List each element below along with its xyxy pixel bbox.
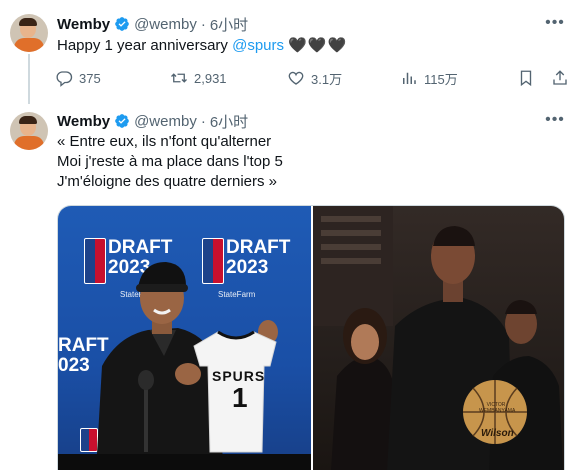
- views-count: 115万: [424, 71, 458, 87]
- media-grid: DRAFT 2023 StateFarm DRAFT 2023 StateFar…: [57, 205, 565, 470]
- views-button[interactable]: 115万: [400, 68, 458, 88]
- author-handle[interactable]: @wemby: [134, 113, 197, 130]
- more-icon[interactable]: •••: [544, 112, 566, 133]
- podium-edge: [58, 454, 311, 470]
- reply-button[interactable]: 375: [55, 68, 101, 88]
- tweet-text: « Entre eux, ils n'font qu'alterner Moi …: [57, 132, 283, 192]
- more-icon[interactable]: •••: [544, 15, 566, 36]
- ball-text: VICTOR WEMBANYAMA: [479, 402, 516, 414]
- group-figure: [313, 206, 563, 470]
- tweet-text-line-2: Moi j'reste à ma place dans l'top 5: [57, 153, 283, 170]
- author-handle[interactable]: @wemby: [134, 16, 197, 33]
- tweet-text: Happy 1 year anniversary @spurs 🖤🖤🖤: [57, 36, 347, 56]
- separator: ·: [200, 112, 206, 130]
- avatar[interactable]: [10, 112, 48, 150]
- like-button[interactable]: 3.1万: [287, 68, 342, 88]
- separator: ·: [200, 15, 206, 33]
- tweet-text-line-1: « Entre eux, ils n'font qu'alterner: [57, 133, 272, 150]
- timestamp[interactable]: 6小时: [210, 14, 248, 35]
- reply-icon: [56, 71, 73, 87]
- action-bar: 375 2,931 3.1万 115万: [55, 68, 567, 88]
- tweet-text-line-3: J'm'éloigne des quatre derniers »: [57, 173, 278, 190]
- photo-draft-jersey[interactable]: DRAFT 2023 StateFarm DRAFT 2023 StateFar…: [58, 206, 311, 470]
- like-count: 3.1万: [311, 71, 343, 87]
- jersey-number: 1: [232, 382, 248, 413]
- retweet-count: 2,931: [194, 70, 227, 86]
- reply-count: 375: [79, 70, 101, 86]
- bookmark-icon: [520, 70, 532, 87]
- retweet-icon: [171, 73, 187, 83]
- ball-brand: Wilson: [481, 428, 514, 439]
- timestamp[interactable]: 6小时: [210, 111, 248, 132]
- tweet-1[interactable]: Wemby @wemby · 6小时 ••• Happy 1 year anni…: [0, 0, 580, 104]
- retweet-button[interactable]: 2,931: [170, 68, 227, 88]
- bookmark-button[interactable]: [517, 68, 541, 88]
- author-name[interactable]: Wemby: [57, 113, 110, 130]
- share-button[interactable]: [551, 68, 575, 88]
- avatar[interactable]: [10, 14, 48, 52]
- tweet-text-main: Happy 1 year anniversary: [57, 37, 233, 54]
- thread-line: [28, 54, 30, 104]
- verified-badge-icon: [115, 17, 129, 31]
- author-name[interactable]: Wemby: [57, 16, 110, 33]
- like-icon: [288, 71, 304, 85]
- views-icon: [403, 72, 416, 84]
- photo-family[interactable]: ▪ ▪ ▪ ▪ VICTOR WEMBANYAMA Wi: [313, 206, 564, 470]
- verified-badge-icon: [115, 114, 129, 128]
- tweet-header: Wemby @wemby · 6小时: [57, 14, 248, 34]
- mention-link[interactable]: @spurs: [232, 37, 284, 54]
- share-icon: [553, 70, 567, 85]
- heart-emojis: 🖤🖤🖤: [288, 37, 348, 54]
- tweet-header: Wemby @wemby · 6小时: [57, 111, 248, 131]
- player-figure: [96, 262, 278, 470]
